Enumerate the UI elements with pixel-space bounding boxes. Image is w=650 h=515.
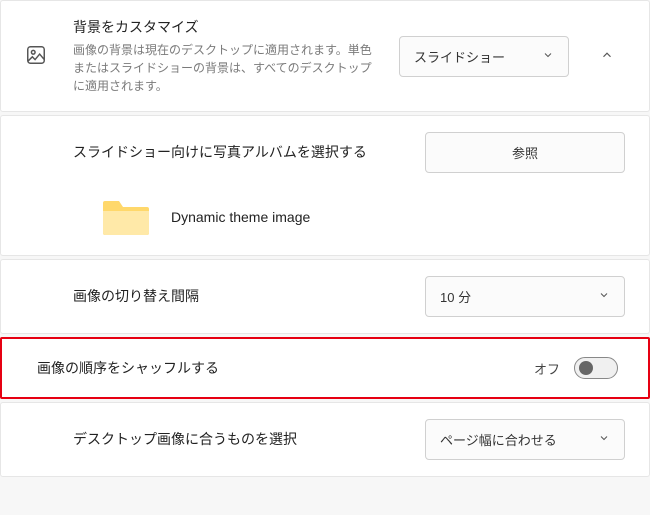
interval-value: 10 分 <box>440 287 471 306</box>
shuffle-row: 画像の順序をシャッフルする オフ <box>2 339 648 397</box>
fit-panel: デスクトップ画像に合うものを選択 ページ幅に合わせる <box>0 402 650 477</box>
interval-panel: 画像の切り替え間隔 10 分 <box>0 259 650 334</box>
shuffle-state: オフ <box>534 359 560 378</box>
background-description: 画像の背景は現在のデスクトップに適用されます。単色またはスライドショーの背景は、… <box>73 41 383 95</box>
background-title: 背景をカスタマイズ <box>73 17 383 37</box>
chevron-down-icon <box>542 49 554 64</box>
shuffle-toggle[interactable] <box>574 357 618 379</box>
collapse-button[interactable] <box>589 38 625 74</box>
album-panel: スライドショー向けに写真アルバムを選択する 参照 Dynamic theme i… <box>0 115 650 256</box>
album-folder-name: Dynamic theme image <box>171 209 310 225</box>
fit-select[interactable]: ページ幅に合わせる <box>425 419 625 460</box>
chevron-up-icon <box>600 48 614 65</box>
interval-select[interactable]: 10 分 <box>425 276 625 317</box>
background-customize-panel: 背景をカスタマイズ 画像の背景は現在のデスクトップに適用されます。単色またはスラ… <box>0 0 650 112</box>
fit-value: ページ幅に合わせる <box>440 430 557 449</box>
shuffle-panel: 画像の順序をシャッフルする オフ <box>0 337 650 399</box>
background-type-select[interactable]: スライドショー <box>399 36 569 77</box>
interval-row: 画像の切り替え間隔 10 分 <box>1 260 649 333</box>
chevron-down-icon <box>598 432 610 447</box>
chevron-down-icon <box>598 289 610 304</box>
toggle-knob <box>579 361 593 375</box>
background-type-value: スライドショー <box>414 47 505 66</box>
folder-icon <box>101 197 151 237</box>
browse-button[interactable]: 参照 <box>425 132 625 173</box>
shuffle-label: 画像の順序をシャッフルする <box>37 358 534 379</box>
image-icon <box>25 44 47 69</box>
interval-label: 画像の切り替え間隔 <box>73 286 425 307</box>
album-select-row: スライドショー向けに写真アルバムを選択する 参照 <box>1 116 649 189</box>
background-customize-row: 背景をカスタマイズ 画像の背景は現在のデスクトップに適用されます。単色またはスラ… <box>1 1 649 111</box>
album-label: スライドショー向けに写真アルバムを選択する <box>73 142 425 163</box>
album-folder-row: Dynamic theme image <box>1 189 649 255</box>
fit-row: デスクトップ画像に合うものを選択 ページ幅に合わせる <box>1 403 649 476</box>
fit-label: デスクトップ画像に合うものを選択 <box>73 429 425 450</box>
